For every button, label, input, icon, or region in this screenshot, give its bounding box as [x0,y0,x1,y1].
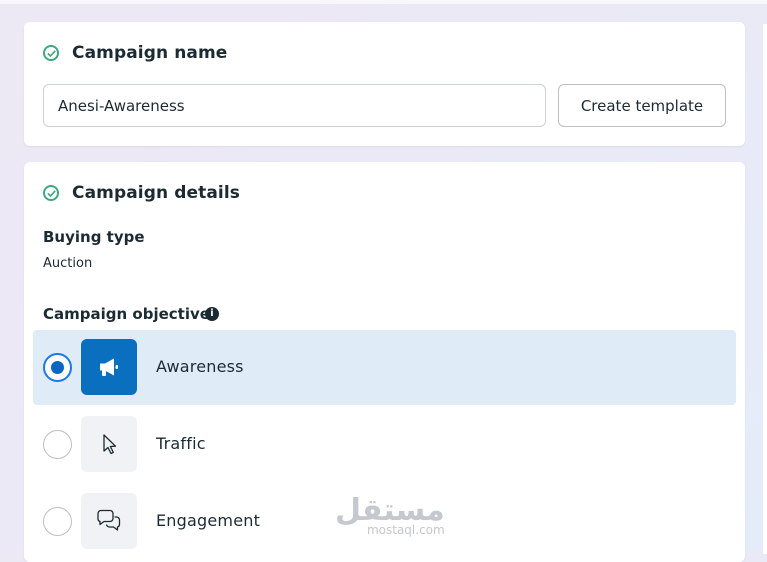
buying-type-value: Auction [43,256,93,271]
mostaql-watermark: مستقل mostaql.com [335,493,445,538]
radio-button-traffic[interactable] [43,430,72,459]
check-circle-icon [43,185,59,201]
create-template-button[interactable]: Create template [558,84,726,127]
campaign-name-title: Campaign name [72,43,228,63]
chat-bubbles-icon [81,493,137,549]
radio-button-awareness[interactable] [43,353,72,382]
watermark-arabic-text: مستقل [335,493,445,528]
objective-option-traffic[interactable]: Traffic [33,407,736,482]
campaign-name-card: Campaign name Create template [24,22,745,146]
campaign-objective-label: Campaign objective [43,305,210,323]
right-panel-edge [763,24,767,554]
objective-label-awareness: Awareness [156,357,244,376]
objective-label-traffic: Traffic [156,434,206,453]
buying-type-label: Buying type [43,228,145,246]
megaphone-icon [81,339,137,395]
campaign-name-input[interactable] [43,84,546,127]
campaign-details-title: Campaign details [72,183,240,203]
radio-button-engagement[interactable] [43,507,72,536]
cursor-icon [81,416,137,472]
check-circle-icon [43,45,59,61]
info-icon[interactable]: i [205,307,219,321]
top-edge-strip [0,0,767,4]
objective-option-awareness[interactable]: Awareness [33,330,736,405]
objective-label-engagement: Engagement [156,511,261,530]
